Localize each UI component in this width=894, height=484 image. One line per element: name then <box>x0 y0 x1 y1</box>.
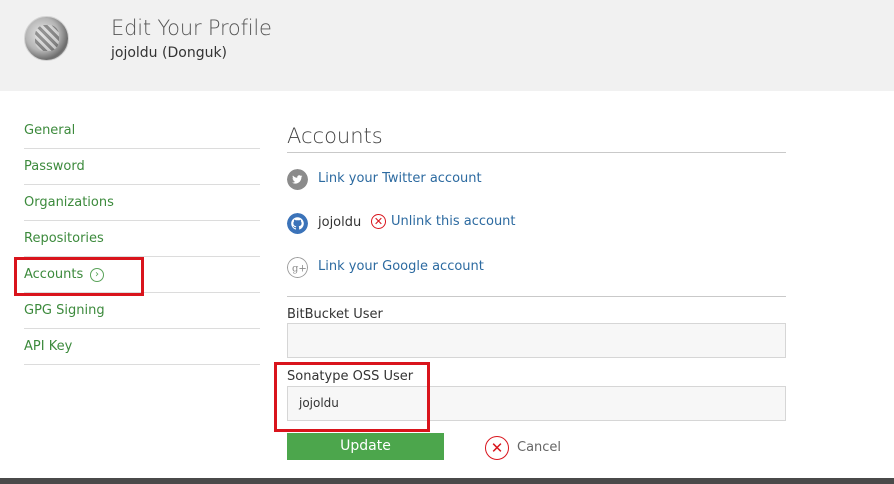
sidebar-item-general[interactable]: General <box>24 113 260 149</box>
section-divider <box>287 296 786 297</box>
github-username: jojoldu <box>318 215 362 230</box>
sidebar-item-organizations[interactable]: Organizations <box>24 185 260 221</box>
sidebar-item-label: API Key <box>24 339 73 354</box>
sidebar-item-label: Repositories <box>24 231 104 246</box>
github-icon <box>287 213 308 234</box>
sidebar-item-label: Password <box>24 159 85 174</box>
link-twitter-link[interactable]: Link your Twitter account <box>318 171 482 186</box>
bitbucket-user-input[interactable] <box>287 323 786 358</box>
svg-text:g+: g+ <box>292 264 307 275</box>
sidebar-item-password[interactable]: Password <box>24 149 260 185</box>
sidebar-item-label: General <box>24 123 76 138</box>
link-google-link[interactable]: Link your Google account <box>318 259 484 274</box>
sidebar-item-label: GPG Signing <box>24 303 105 318</box>
bitbucket-label: BitBucket User <box>287 307 383 322</box>
page-title: Edit Your Profile <box>111 16 272 40</box>
update-button[interactable]: Update <box>287 433 444 460</box>
sidebar-item-api-key[interactable]: API Key <box>24 329 260 365</box>
cancel-label: Cancel <box>517 440 562 455</box>
avatar <box>24 16 69 61</box>
unlink-label: Unlink this account <box>391 214 516 229</box>
google-plus-icon: g+ <box>287 257 308 278</box>
section-title: Accounts <box>287 124 383 148</box>
twitter-icon <box>287 169 308 190</box>
sidebar-nav: General Password Organizations Repositor… <box>24 113 260 365</box>
accounts-highlight-box <box>14 257 144 296</box>
unlink-account-link[interactable]: ✕ Unlink this account <box>371 214 516 229</box>
sidebar-item-gpg-signing[interactable]: GPG Signing <box>24 293 260 329</box>
sidebar-item-label: Organizations <box>24 195 114 210</box>
user-name: jojoldu (Donguk) <box>111 45 228 61</box>
sonatype-highlight-box <box>274 362 430 432</box>
close-icon: ✕ <box>485 436 509 460</box>
close-icon: ✕ <box>371 214 386 229</box>
section-divider <box>287 152 786 153</box>
sidebar-item-repositories[interactable]: Repositories <box>24 221 260 257</box>
footer-bar <box>0 478 894 484</box>
profile-header: Edit Your Profile jojoldu (Donguk) <box>0 0 894 91</box>
